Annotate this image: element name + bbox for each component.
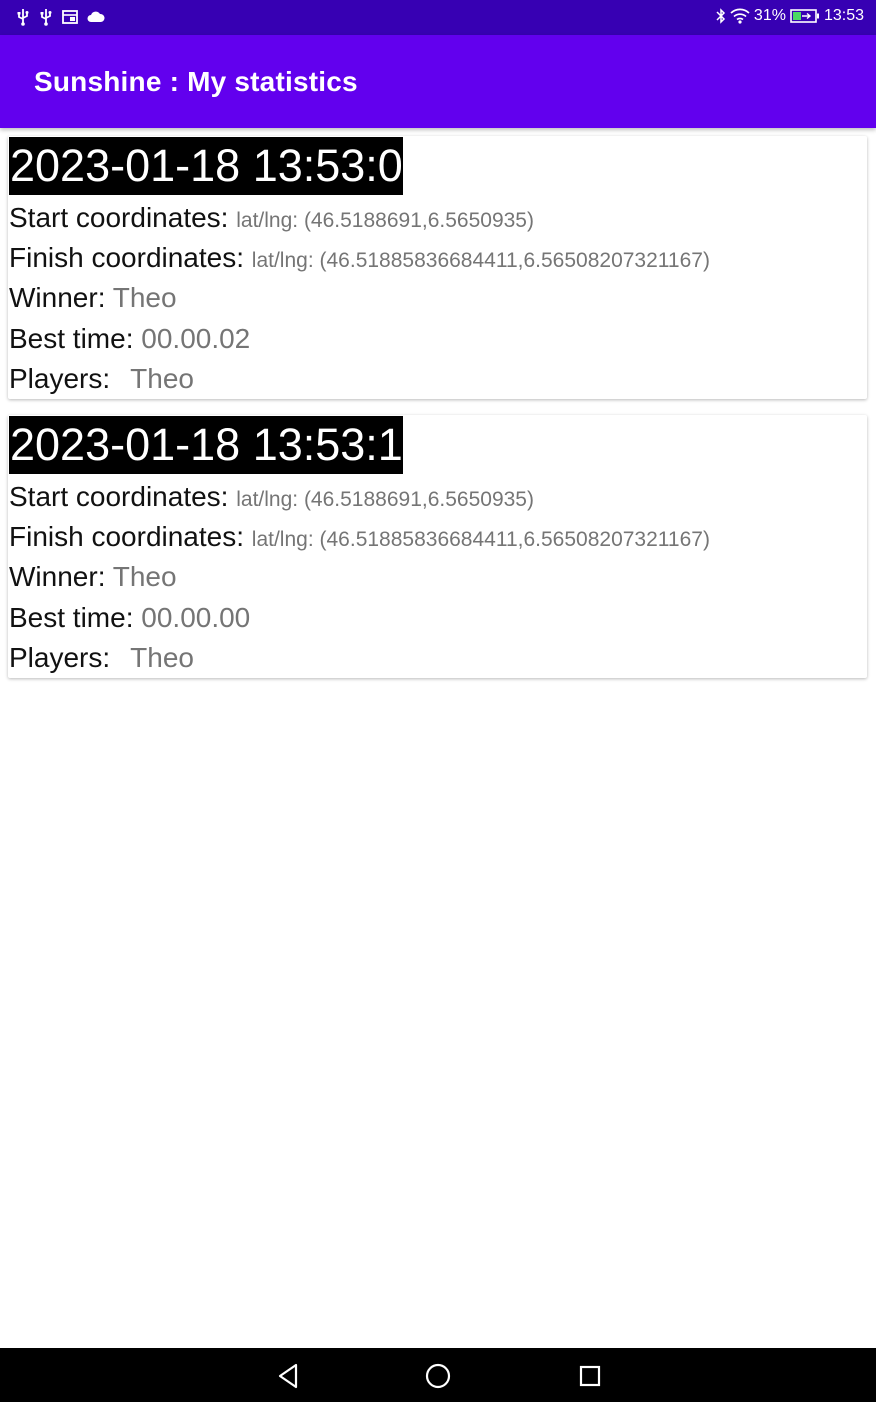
finish-coordinates-label: Finish coordinates:	[9, 521, 245, 552]
session-date: 2023-01-18 13:53:14	[9, 416, 428, 474]
start-coordinates-value: lat/lng: (46.5188691,6.5650935)	[236, 488, 534, 511]
wifi-icon	[730, 8, 750, 24]
page-title: Sunshine : My statistics	[34, 66, 358, 97]
clock: 13:53	[823, 7, 864, 24]
session-card[interactable]: 2023-01-18 13:53:01 Start coordinates: l…	[8, 136, 867, 399]
status-bar: 31% 13:53	[0, 0, 876, 35]
winner-row: Winner: Theo	[9, 561, 177, 593]
start-coordinates-row: Start coordinates: lat/lng: (46.5188691,…	[9, 202, 534, 234]
app-bar: Sunshine : My statistics	[0, 35, 876, 128]
finish-coordinates-value: lat/lng: (46.51885836684411,6.5650820732…	[251, 249, 710, 272]
players-row: Players: Theo	[9, 642, 194, 674]
system-indicators: 31% 13:53	[716, 7, 864, 25]
players-label: Players:	[9, 363, 111, 394]
best-time-row: Best time: 00.00.00	[9, 602, 250, 634]
bluetooth-icon	[716, 8, 725, 24]
usb-icon	[17, 9, 29, 26]
statistics-list: 2023-01-18 13:53:01 Start coordinates: l…	[8, 136, 868, 694]
players-value: Theo	[130, 363, 194, 394]
cloud-icon	[87, 11, 105, 22]
screen-icon	[62, 10, 78, 24]
players-row: Players: Theo	[9, 363, 194, 395]
notification-icons	[16, 8, 105, 26]
recents-icon	[579, 1365, 601, 1387]
back-icon	[278, 1363, 298, 1389]
usb-icon	[40, 9, 52, 26]
back-button[interactable]	[273, 1361, 303, 1391]
best-time-value: 00.00.00	[141, 602, 251, 633]
session-date: 2023-01-18 13:53:01	[9, 137, 428, 195]
recents-button[interactable]	[575, 1361, 605, 1391]
battery-percentage: 31%	[753, 7, 786, 24]
winner-value: Theo	[112, 282, 177, 313]
finish-coordinates-row: Finish coordinates: lat/lng: (46.5188583…	[9, 242, 710, 274]
winner-label: Winner:	[9, 282, 106, 313]
best-time-row: Best time: 00.00.02	[9, 323, 250, 355]
home-button[interactable]	[423, 1361, 453, 1391]
home-icon	[425, 1363, 451, 1389]
best-time-label: Best time:	[9, 602, 134, 633]
players-label: Players:	[9, 642, 111, 673]
start-coordinates-label: Start coordinates:	[9, 202, 229, 233]
winner-value: Theo	[112, 561, 177, 592]
finish-coordinates-row: Finish coordinates: lat/lng: (46.5188583…	[9, 521, 710, 553]
battery-icon	[790, 9, 819, 23]
session-card[interactable]: 2023-01-18 13:53:14 Start coordinates: l…	[8, 415, 867, 678]
winner-label: Winner:	[9, 561, 106, 592]
start-coordinates-value: lat/lng: (46.5188691,6.5650935)	[236, 209, 534, 232]
best-time-label: Best time:	[9, 323, 134, 354]
navigation-bar	[0, 1348, 876, 1402]
winner-row: Winner: Theo	[9, 282, 177, 314]
players-value: Theo	[130, 642, 194, 673]
start-coordinates-row: Start coordinates: lat/lng: (46.5188691,…	[9, 481, 534, 513]
finish-coordinates-value: lat/lng: (46.51885836684411,6.5650820732…	[251, 528, 710, 551]
start-coordinates-label: Start coordinates:	[9, 481, 229, 512]
best-time-value: 00.00.02	[141, 323, 251, 354]
finish-coordinates-label: Finish coordinates:	[9, 242, 245, 273]
